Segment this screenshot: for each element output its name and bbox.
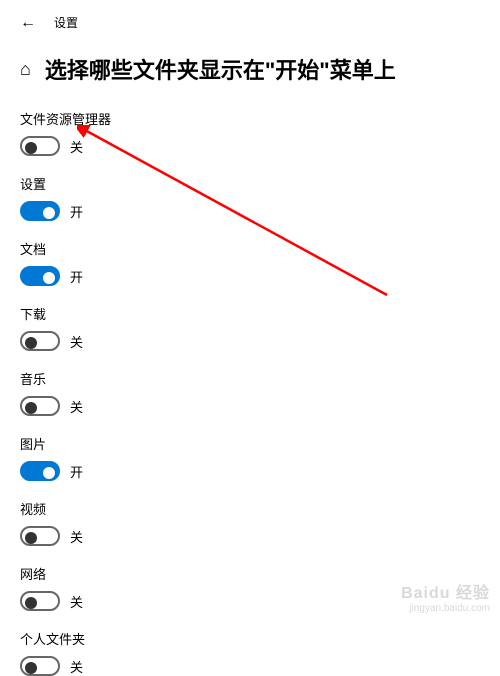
toggle-downloads[interactable] [20,331,60,351]
toggle-knob [43,467,55,479]
toggle-state-label: 关 [70,657,83,676]
setting-label: 文件资源管理器 [20,109,500,128]
toggle-row: 开 [20,461,500,481]
toggle-row: 开 [20,201,500,221]
setting-item-documents: 文档开 [20,239,500,286]
toggle-state-label: 关 [70,137,83,156]
toggle-row: 关 [20,136,500,156]
toggle-state-label: 开 [70,202,83,221]
toggle-row: 开 [20,266,500,286]
setting-item-videos: 视频关 [20,499,500,546]
page-title: 选择哪些文件夹显示在"开始"菜单上 [45,53,396,85]
setting-item-file-explorer: 文件资源管理器关 [20,109,500,156]
toggle-state-label: 关 [70,527,83,546]
setting-item-music: 音乐关 [20,369,500,416]
toggle-knob [43,207,55,219]
toggle-state-label: 关 [70,332,83,351]
setting-item-settings: 设置开 [20,174,500,221]
setting-item-downloads: 下载关 [20,304,500,351]
setting-item-personal-folder: 个人文件夹关 [20,629,500,676]
setting-label: 网络 [20,564,500,583]
toggle-state-label: 开 [70,267,83,286]
setting-label: 文档 [20,239,500,258]
setting-label: 视频 [20,499,500,518]
toggle-pictures[interactable] [20,461,60,481]
home-icon[interactable]: ⌂ [20,60,31,78]
toggle-state-label: 开 [70,462,83,481]
toggle-videos[interactable] [20,526,60,546]
watermark: Baidu 经验 jingyan.baidu.com [401,584,490,615]
toggle-row: 关 [20,396,500,416]
toggle-knob [43,272,55,284]
topbar: ← 设置 [0,0,500,31]
toggle-settings[interactable] [20,201,60,221]
toggle-row: 关 [20,656,500,676]
topbar-title: 设置 [54,14,78,31]
page-header: ⌂ 选择哪些文件夹显示在"开始"菜单上 [0,31,500,95]
toggle-documents[interactable] [20,266,60,286]
toggle-knob [25,142,37,154]
toggle-music[interactable] [20,396,60,416]
setting-label: 个人文件夹 [20,629,500,648]
setting-label: 下载 [20,304,500,323]
toggle-state-label: 关 [70,397,83,416]
setting-label: 设置 [20,174,500,193]
toggle-network[interactable] [20,591,60,611]
watermark-line2: jingyan.baidu.com [401,603,490,615]
back-button[interactable]: ← [20,15,36,31]
toggle-file-explorer[interactable] [20,136,60,156]
setting-item-pictures: 图片开 [20,434,500,481]
toggle-row: 关 [20,526,500,546]
toggle-knob [25,402,37,414]
setting-label: 音乐 [20,369,500,388]
toggle-knob [25,662,37,674]
setting-label: 图片 [20,434,500,453]
toggle-knob [25,532,37,544]
toggle-row: 关 [20,331,500,351]
watermark-line1: Baidu 经验 [401,584,490,603]
toggle-personal-folder[interactable] [20,656,60,676]
toggle-knob [25,337,37,349]
toggle-state-label: 关 [70,592,83,611]
toggle-knob [25,597,37,609]
